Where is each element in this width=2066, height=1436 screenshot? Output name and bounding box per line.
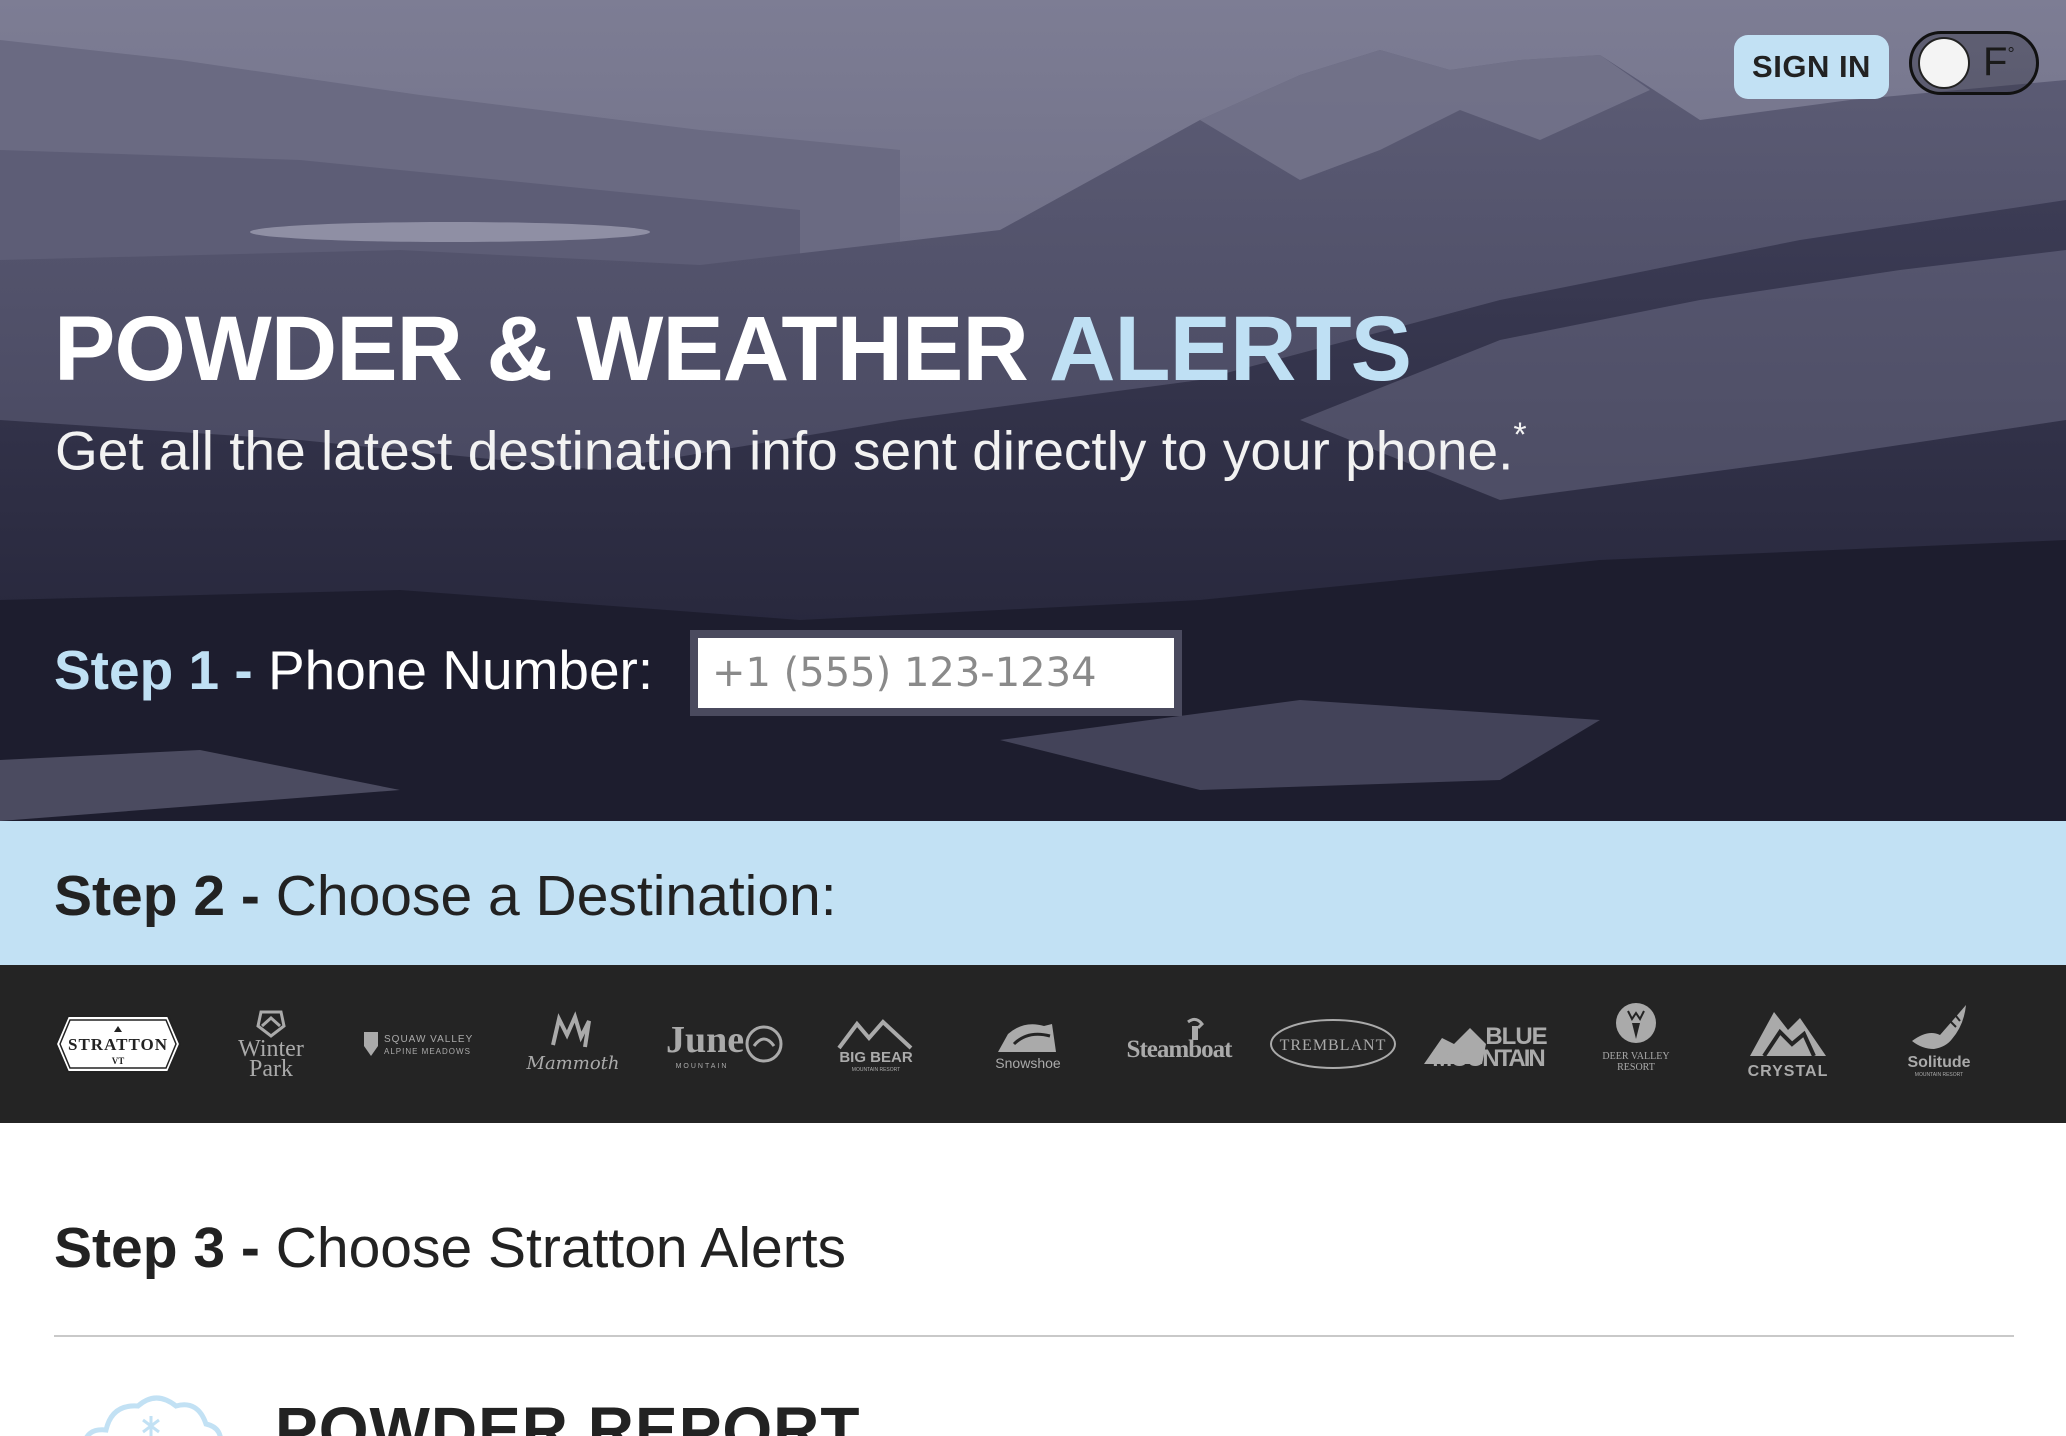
page-subtitle: Get all the latest destination info sent… <box>55 418 1527 482</box>
destination-tremblant[interactable]: TREMBLANT <box>1268 965 1398 1123</box>
squaw-valley-logo-sub: ALPINE MEADOWS <box>384 1047 471 1056</box>
destination-snowshoe[interactable]: Snowshoe <box>990 965 1068 1123</box>
snow-cloud-icon <box>76 1386 226 1436</box>
winter-park-logo-sub: Park <box>249 1056 293 1082</box>
big-bear-logo-name: BIG BEAR <box>839 1049 913 1066</box>
steamboat-logo-icon: Steamboat <box>1127 1017 1234 1063</box>
mammoth-logo-icon: Mammoth <box>526 1011 620 1074</box>
tremblant-logo-name: TREMBLANT <box>1280 1037 1387 1054</box>
step1-label: Step 1 - Phone Number: <box>54 643 653 698</box>
destination-blue-mountain[interactable]: BLUE MOUNTAIN <box>1420 965 1550 1123</box>
june-mountain-logo-icon: June MOUNTAIN <box>666 1019 783 1070</box>
crystal-logo-name: CRYSTAL <box>1748 1063 1829 1080</box>
destination-mammoth[interactable]: Mammoth <box>525 965 620 1123</box>
step2-label: Step 2 - Choose a Destination: <box>54 868 837 925</box>
tremblant-logo-icon: TREMBLANT <box>1270 1019 1396 1069</box>
footnote-mark: * <box>1513 416 1527 454</box>
hero-banner: SIGN IN F° POWDER & WEATHER ALERTS Get a… <box>0 0 2066 821</box>
title-accent: ALERTS <box>1048 298 1412 400</box>
destination-june-mountain[interactable]: June MOUNTAIN <box>662 965 787 1123</box>
solitude-logo-sub: MOUNTAIN RESORT <box>1915 1072 1963 1078</box>
destination-stratton[interactable]: STRATTON VT <box>54 965 182 1123</box>
blue-mountain-logo-sub: MOUNTAIN <box>1432 1045 1544 1072</box>
solitude-logo-name: Solitude <box>1907 1054 1970 1071</box>
destination-squaw-valley[interactable]: SQUAW VALLEY ALPINE MEADOWS <box>360 965 485 1123</box>
winter-park-logo-icon: Winter Park <box>238 1010 304 1082</box>
destination-solitude[interactable]: Solitude MOUNTAIN RESORT <box>1898 965 1980 1123</box>
destination-big-bear[interactable]: BIG BEAR MOUNTAIN RESORT <box>835 965 917 1123</box>
destination-logo-strip: STRATTON VT Winter Park SQUAW VALLEY ALP… <box>0 965 2066 1123</box>
step3-label: Step 3 - Choose Stratton Alerts <box>54 1220 846 1277</box>
step2-number: Step 2 - <box>54 864 260 928</box>
step3-number: Step 3 - <box>54 1216 260 1280</box>
crystal-logo-icon: CRYSTAL <box>1748 1012 1829 1080</box>
snowshoe-logo-name: Snowshoe <box>995 1055 1061 1071</box>
destination-steamboat[interactable]: Steamboat <box>1114 965 1244 1123</box>
step2-band: Step 2 - Choose a Destination: <box>0 821 2066 965</box>
squaw-valley-logo-icon: SQUAW VALLEY ALPINE MEADOWS <box>364 1032 473 1056</box>
squaw-valley-logo-name: SQUAW VALLEY <box>384 1034 473 1045</box>
stratton-logo-sub: VT <box>112 1056 125 1066</box>
step2-text: Choose a Destination: <box>275 864 837 928</box>
phone-number-label: Phone Number: <box>267 639 654 701</box>
big-bear-logo-icon: BIG BEAR MOUNTAIN RESORT <box>837 1019 913 1073</box>
sign-in-button[interactable]: SIGN IN <box>1734 35 1889 99</box>
toggle-knob <box>1918 37 1970 89</box>
section-divider <box>54 1335 2014 1337</box>
blue-mountain-logo-icon: BLUE MOUNTAIN <box>1424 1023 1549 1072</box>
step3-text: Choose Stratton Alerts <box>275 1216 847 1280</box>
deer-valley-logo-icon: DEER VALLEY RESORT <box>1602 1003 1670 1073</box>
destination-deer-valley[interactable]: DEER VALLEY RESORT <box>1596 965 1676 1123</box>
stratton-logo-icon: STRATTON VT <box>54 1015 182 1073</box>
degree-symbol: ° <box>2007 44 2015 64</box>
snowshoe-logo-icon: Snowshoe <box>995 1024 1061 1071</box>
temperature-unit-label: F° <box>1983 40 2015 84</box>
june-logo-name: June <box>666 1019 744 1061</box>
subtitle-text: Get all the latest destination info sent… <box>55 419 1514 482</box>
steamboat-logo-name: Steamboat <box>1127 1036 1234 1063</box>
step1-number: Step 1 - <box>54 639 253 701</box>
destination-winter-park[interactable]: Winter Park <box>226 965 316 1123</box>
stratton-logo-name: STRATTON <box>68 1035 168 1054</box>
june-logo-sub: MOUNTAIN <box>676 1063 729 1070</box>
solitude-logo-icon: Solitude MOUNTAIN RESORT <box>1907 1005 1971 1078</box>
deer-valley-logo-name: DEER VALLEY <box>1602 1051 1669 1062</box>
mammoth-logo-name: Mammoth <box>526 1053 620 1074</box>
temperature-unit-toggle[interactable]: F° <box>1909 31 2039 95</box>
deer-valley-logo-sub: RESORT <box>1617 1062 1655 1073</box>
destination-crystal[interactable]: CRYSTAL <box>1744 965 1832 1123</box>
powder-report-title: POWDER REPORT <box>275 1394 861 1436</box>
page-title: POWDER & WEATHER ALERTS <box>54 303 1412 395</box>
big-bear-logo-sub: MOUNTAIN RESORT <box>852 1067 900 1073</box>
title-main: POWDER & WEATHER <box>54 298 1029 400</box>
phone-number-input[interactable] <box>690 630 1182 716</box>
